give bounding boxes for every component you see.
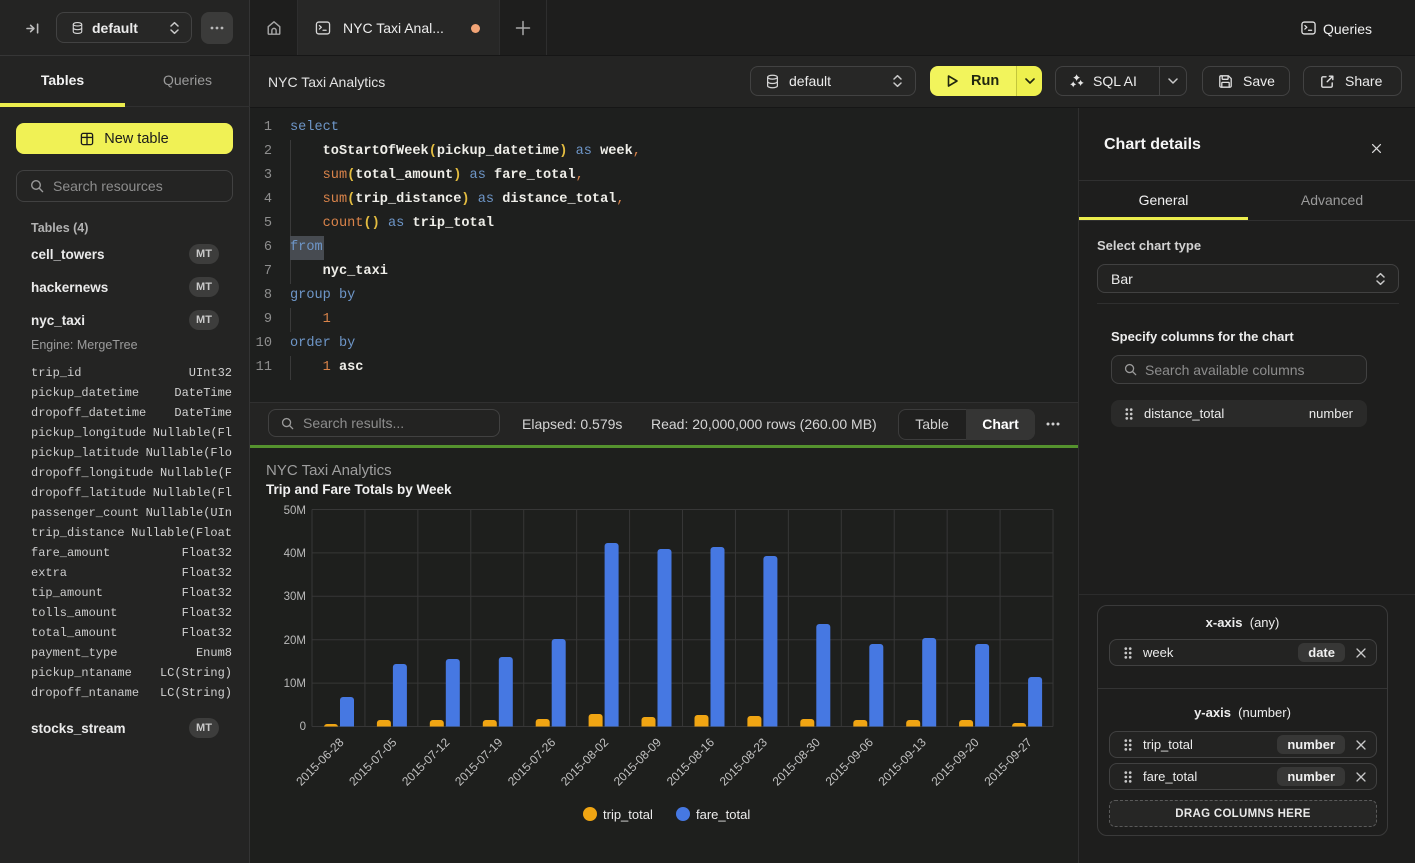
svg-text:40M: 40M xyxy=(284,548,306,560)
svg-text:10M: 10M xyxy=(284,678,306,690)
svg-text:2015-07-12: 2015-07-12 xyxy=(399,735,453,789)
svg-text:2015-09-20: 2015-09-20 xyxy=(928,735,982,789)
svg-text:NYC Taxi Analytics: NYC Taxi Analytics xyxy=(266,462,392,479)
svg-text:2015-07-26: 2015-07-26 xyxy=(505,735,559,789)
svg-text:2015-07-19: 2015-07-19 xyxy=(452,735,506,789)
svg-text:Trip and Fare Totals by Week: Trip and Fare Totals by Week xyxy=(266,482,452,497)
svg-text:30M: 30M xyxy=(284,591,306,603)
svg-text:2015-08-09: 2015-08-09 xyxy=(611,735,665,789)
svg-text:2015-08-02: 2015-08-02 xyxy=(558,735,612,789)
svg-text:2015-07-05: 2015-07-05 xyxy=(346,735,400,789)
svg-text:2015-06-28: 2015-06-28 xyxy=(293,735,347,789)
svg-text:50M: 50M xyxy=(284,505,306,517)
svg-text:trip_total: trip_total xyxy=(603,807,653,822)
svg-text:2015-09-06: 2015-09-06 xyxy=(823,735,877,789)
svg-text:20M: 20M xyxy=(284,635,306,647)
svg-text:2015-09-13: 2015-09-13 xyxy=(876,735,930,789)
svg-text:2015-09-27: 2015-09-27 xyxy=(981,735,1035,789)
svg-text:2015-08-16: 2015-08-16 xyxy=(664,735,718,789)
svg-text:2015-08-30: 2015-08-30 xyxy=(770,735,824,789)
svg-text:fare_total: fare_total xyxy=(696,807,750,822)
svg-text:0: 0 xyxy=(300,721,306,733)
svg-text:2015-08-23: 2015-08-23 xyxy=(717,735,771,789)
